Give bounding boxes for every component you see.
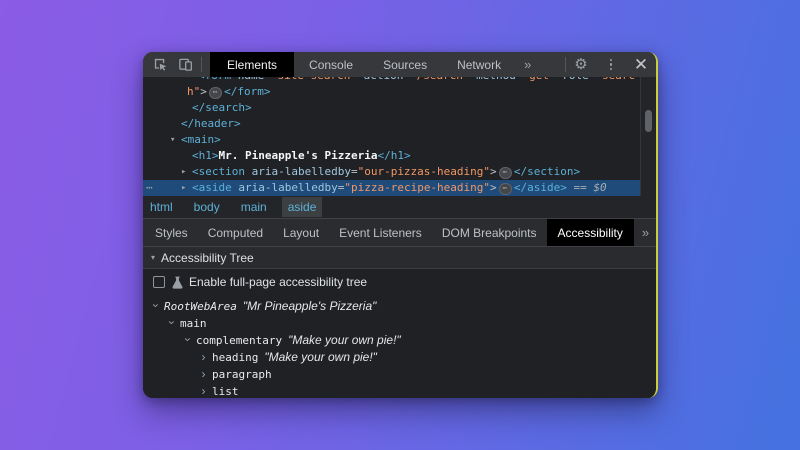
enable-a11y-tree-checkbox[interactable]: [153, 276, 165, 288]
tab-layout[interactable]: Layout: [273, 219, 329, 246]
close-icon[interactable]: ✕: [633, 57, 649, 73]
elements-scrollbar-track[interactable]: [640, 77, 656, 196]
a11y-role-label: paragraph: [212, 366, 272, 383]
tab-elements[interactable]: Elements: [210, 52, 294, 77]
tab-sources[interactable]: Sources: [368, 52, 442, 77]
tab-computed[interactable]: Computed: [198, 219, 273, 246]
chevron-down-icon[interactable]: ›: [147, 299, 164, 312]
chevron-down-icon[interactable]: ›: [163, 316, 180, 329]
tab-styles[interactable]: Styles: [145, 219, 198, 246]
section-collapse-triangle-icon: ▾: [151, 253, 155, 262]
chevron-right-icon[interactable]: ›: [197, 366, 210, 383]
accessibility-tree: ›RootWebArea"Mr Pineapple's Pizzeria"›ma…: [143, 295, 656, 398]
dom-line-form-open[interactable]: ▸<form name="site-search" action="/searc…: [143, 77, 640, 84]
dom-line-main-open[interactable]: ▾<main>: [143, 132, 640, 148]
expand-ellipsis-icon[interactable]: ⋯: [499, 167, 512, 179]
dom-tree: ▸<form name="site-search" action="/searc…: [143, 77, 640, 196]
enable-a11y-row: Enable full-page accessibility tree: [143, 269, 656, 295]
a11y-node-list[interactable]: ›list: [143, 383, 656, 398]
accessibility-section-title: Accessibility Tree: [161, 251, 254, 265]
experiment-flask-icon: [171, 275, 183, 289]
devtools-toolbar: ElementsConsoleSourcesNetwork » ⚙ ✕: [143, 52, 656, 77]
crumb-aside[interactable]: aside: [282, 197, 323, 217]
a11y-role-label: RootWebArea: [164, 298, 237, 315]
dom-line-form-close-wrap[interactable]: h">⋯</form>: [143, 84, 640, 100]
disclosure-triangle-expanded[interactable]: ▾: [170, 132, 175, 148]
chevron-down-icon[interactable]: ›: [179, 333, 196, 346]
a11y-node-complementary[interactable]: ›complementary "Make your own pie!": [143, 332, 656, 349]
a11y-node-value: "Make your own pie!": [264, 349, 377, 366]
tab-console[interactable]: Console: [294, 52, 368, 77]
tab-network[interactable]: Network: [442, 52, 516, 77]
dom-line-section[interactable]: ▸<section aria-labelledby="our-pizzas-he…: [143, 164, 640, 180]
enable-a11y-tree-label: Enable full-page accessibility tree: [189, 275, 367, 289]
elements-panel: ▸<form name="site-search" action="/searc…: [143, 77, 656, 196]
dom-line-h1[interactable]: <h1>Mr. Pineapple's Pizzeria</h1>: [143, 148, 640, 164]
toolbar-separator: [201, 57, 202, 72]
sidebar-more-tabs-chevron[interactable]: »: [634, 219, 657, 246]
a11y-node-value: "Make your own pie!": [288, 332, 401, 349]
tab-accessibility[interactable]: Accessibility: [547, 219, 634, 246]
disclosure-triangle-collapsed[interactable]: ▸: [181, 180, 186, 196]
settings-gear-icon[interactable]: ⚙: [573, 57, 589, 73]
more-options-kebab-icon[interactable]: [603, 57, 619, 73]
dom-node-menu-dots[interactable]: ⋯: [146, 180, 153, 196]
disclosure-triangle-collapsed[interactable]: ▸: [181, 164, 186, 180]
disclosure-triangle-collapsed[interactable]: ▸: [187, 77, 192, 84]
elements-scrollbar-thumb[interactable]: [645, 110, 652, 132]
chevron-right-icon[interactable]: ›: [197, 349, 210, 366]
a11y-node-value: "Mr Pineapple's Pizzeria": [243, 298, 377, 315]
chevron-right-icon[interactable]: ›: [197, 383, 210, 398]
crumb-main[interactable]: main: [235, 197, 273, 217]
a11y-node-heading[interactable]: ›heading "Make your own pie!": [143, 349, 656, 366]
a11y-role-label: complementary: [196, 332, 282, 349]
device-toolbar-icon[interactable]: [177, 57, 193, 73]
a11y-role-label: heading: [212, 349, 258, 366]
sidebar-tabs: StylesComputedLayoutEvent ListenersDOM B…: [143, 219, 656, 247]
dom-line-aside[interactable]: ⋯▸<aside aria-labelledby="pizza-recipe-h…: [143, 180, 640, 196]
toolbar-separator-right: [565, 57, 566, 72]
a11y-role-label: main: [180, 315, 207, 332]
accessibility-tree-section-header[interactable]: ▾ Accessibility Tree: [143, 247, 656, 269]
a11y-node-main[interactable]: ›main: [143, 315, 656, 332]
dom-line-header-close[interactable]: </header>: [143, 116, 640, 132]
inspect-element-icon[interactable]: [152, 57, 168, 73]
tab-dom-breakpoints[interactable]: DOM Breakpoints: [432, 219, 547, 246]
dom-line-search-close[interactable]: </search>: [143, 100, 640, 116]
crumb-html[interactable]: html: [144, 197, 179, 217]
crumb-body[interactable]: body: [188, 197, 226, 217]
expand-ellipsis-icon[interactable]: ⋯: [209, 87, 222, 99]
main-panel-tabs: ElementsConsoleSourcesNetwork: [210, 52, 516, 77]
devtools-window: ElementsConsoleSourcesNetwork » ⚙ ✕ ▸<fo…: [143, 52, 658, 398]
breadcrumb: html body main aside: [143, 196, 656, 219]
a11y-node-rootwebarea[interactable]: ›RootWebArea "Mr Pineapple's Pizzeria": [143, 298, 656, 315]
a11y-role-label: list: [212, 383, 239, 398]
desktop-background: { "toolbar": { "tabs": [ { "label": "Ele…: [0, 0, 800, 450]
a11y-node-paragraph[interactable]: ›paragraph: [143, 366, 656, 383]
more-tabs-chevron[interactable]: »: [516, 52, 539, 77]
expand-ellipsis-icon[interactable]: ⋯: [499, 183, 512, 195]
tab-event-listeners[interactable]: Event Listeners: [329, 219, 432, 246]
